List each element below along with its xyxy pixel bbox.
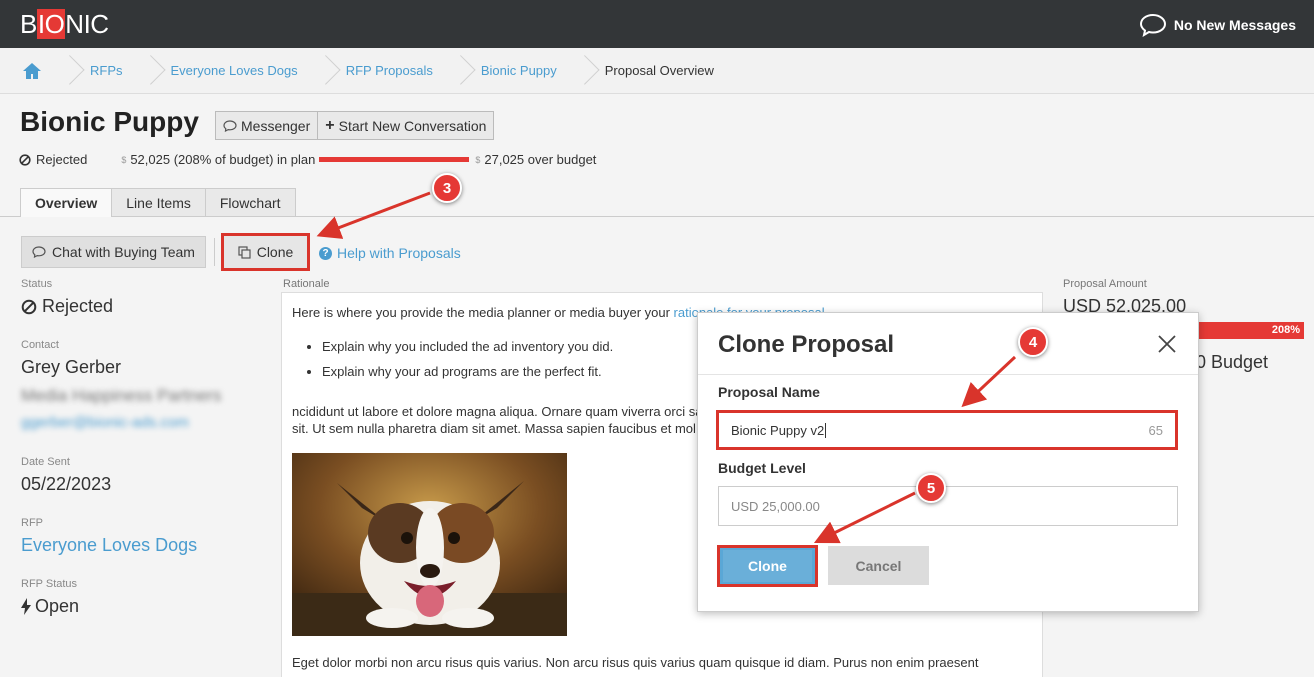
close-icon [1158, 335, 1176, 353]
question-icon: ? [319, 246, 332, 260]
bolt-icon [21, 598, 31, 615]
breadcrumb-rfp-proposals[interactable]: RFP Proposals [326, 48, 451, 94]
list-item: Explain why you included the ad inventor… [322, 339, 613, 354]
chat-with-buying-team-button[interactable]: Chat with Buying Team [21, 236, 206, 268]
rfp-label: RFP [21, 517, 43, 529]
conversation-button-group: Messenger + Start New Conversation [215, 111, 495, 140]
contact-name: Grey Gerber [21, 357, 122, 377]
step-5-badge: 5 [916, 473, 946, 503]
messages-indicator[interactable]: No New Messages [1139, 13, 1296, 37]
arrow-to-clone-button [316, 191, 431, 239]
breadcrumb-current: Proposal Overview [604, 63, 714, 78]
rationale-label: Rationale [283, 278, 330, 290]
page-title: Bionic Puppy [20, 106, 199, 137]
breadcrumb-home[interactable] [0, 48, 60, 94]
dollar-icon: $ [475, 154, 481, 165]
status-label: Status [21, 278, 53, 290]
copy-icon [238, 245, 251, 259]
status-summary: Rejected $ 52,025 (208% of budget) in pl… [19, 152, 596, 167]
list-item: Explain why your ad programs are the per… [322, 364, 613, 379]
budget-level-input[interactable]: USD 25,000.00 [718, 486, 1178, 526]
bionic-logo[interactable]: BIONIC [20, 9, 109, 40]
dollar-icon: $ [121, 154, 127, 165]
status-text: Rejected [36, 152, 88, 167]
contact-company: Media Happiness Partners [21, 386, 222, 405]
plan-text: 52,025 (208% of budget) in plan [130, 152, 316, 167]
rfp-status-value: Open [21, 596, 79, 617]
over-budget-bar [319, 157, 470, 162]
contact-email[interactable]: ggerber@bionic-ads.com [21, 414, 189, 431]
proposal-amount-label: Proposal Amount [1063, 278, 1147, 290]
chat-icon [32, 246, 46, 258]
budget-percent-bar: 208% [1196, 322, 1304, 339]
breadcrumb-separator [60, 48, 70, 94]
tab-line-items[interactable]: Line Items [111, 188, 206, 216]
breadcrumb-rfps[interactable]: RFPs [70, 48, 141, 94]
date-sent-label: Date Sent [21, 456, 70, 468]
proposal-name-input[interactable]: Bionic Puppy v2 65 [716, 410, 1178, 450]
rfp-link[interactable]: Everyone Loves Dogs [21, 535, 197, 556]
budget-level-label: Budget Level [718, 460, 806, 476]
tab-flowchart[interactable]: Flowchart [204, 188, 296, 216]
chat-icon [223, 119, 237, 132]
plus-icon: + [325, 116, 335, 134]
step-3-badge: 3 [432, 173, 462, 203]
over-budget-text: 27,025 over budget [484, 152, 597, 167]
clone-button[interactable]: Clone [221, 233, 310, 271]
budget-value: 0 Budget [1196, 352, 1269, 372]
dialog-title: Clone Proposal [718, 331, 895, 358]
proposal-name-label: Proposal Name [718, 384, 820, 400]
tab-overview[interactable]: Overview [20, 188, 113, 217]
breadcrumb-separator [316, 48, 326, 94]
help-with-proposals-link[interactable]: ? Help with Proposals [319, 245, 461, 261]
date-sent-value: 05/22/2023 [21, 474, 112, 494]
breadcrumb-separator [575, 48, 585, 94]
rationale-bullets: Explain why you included the ad inventor… [322, 339, 613, 389]
character-count: 65 [1148, 422, 1163, 438]
breadcrumb-separator [141, 48, 151, 94]
rfp-status-label: RFP Status [21, 578, 78, 590]
breadcrumb: RFPs Everyone Loves Dogs RFP Proposals B… [0, 48, 1314, 94]
dog-photo [292, 453, 567, 636]
breadcrumb-separator [451, 48, 461, 94]
close-button[interactable] [1156, 333, 1178, 355]
ban-icon [19, 153, 31, 166]
clone-proposal-dialog: Clone Proposal Proposal Name Bionic Pupp… [697, 312, 1199, 612]
home-icon [23, 62, 41, 79]
ban-icon [21, 299, 37, 314]
status-value: Rejected [21, 296, 113, 317]
contact-label: Contact [21, 339, 59, 351]
dialog-cancel-button[interactable]: Cancel [828, 546, 929, 585]
messenger-button[interactable]: Messenger [216, 112, 317, 139]
top-bar: BIONIC No New Messages [0, 0, 1314, 48]
step-4-badge: 4 [1018, 327, 1048, 357]
tab-bar: Overview Line Items Flowchart [20, 188, 296, 217]
rationale-paragraph: Eget dolor morbi non arcu risus quis var… [292, 655, 979, 670]
start-conversation-button[interactable]: + Start New Conversation [317, 112, 493, 139]
dialog-divider [698, 374, 1198, 375]
divider [214, 238, 215, 266]
text-cursor [825, 422, 827, 438]
breadcrumb-rfp[interactable]: Everyone Loves Dogs [151, 48, 316, 94]
breadcrumb-proposal[interactable]: Bionic Puppy [461, 48, 575, 94]
chat-bubble-icon [1139, 13, 1166, 37]
dialog-clone-button[interactable]: Clone [717, 545, 818, 587]
